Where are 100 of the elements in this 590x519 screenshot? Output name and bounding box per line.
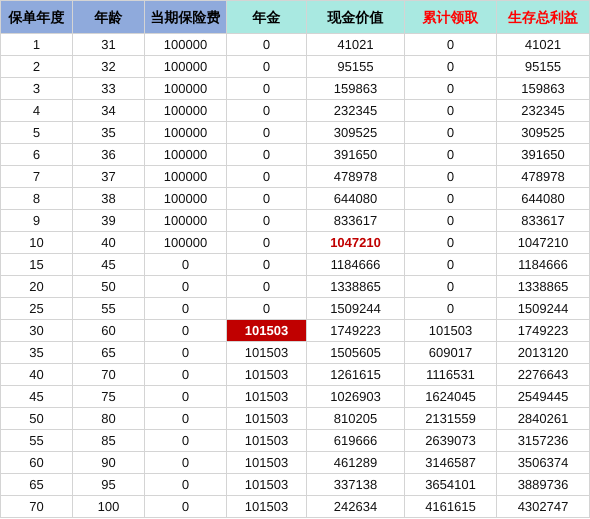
table-cell: 101503 [226, 364, 306, 386]
table-cell: 0 [404, 56, 496, 78]
table-cell: 609017 [404, 342, 496, 364]
table-cell: 70 [0, 496, 72, 518]
table-cell: 45 [0, 386, 72, 408]
table-cell: 70 [72, 364, 144, 386]
table-cell: 37 [72, 166, 144, 188]
table-cell: 95155 [496, 56, 590, 78]
table-cell: 0 [404, 166, 496, 188]
table-cell: 4 [0, 100, 72, 122]
table-cell: 619666 [306, 430, 404, 452]
table-cell: 0 [226, 166, 306, 188]
table-cell: 0 [226, 254, 306, 276]
table-cell: 644080 [306, 188, 404, 210]
table-cell: 7 [0, 166, 72, 188]
column-header: 保单年度 [0, 0, 72, 34]
table-cell: 3146587 [404, 452, 496, 474]
table-cell: 1338865 [306, 276, 404, 298]
table-cell: 644080 [496, 188, 590, 210]
table-cell: 0 [144, 342, 226, 364]
table-cell: 100000 [144, 210, 226, 232]
table-cell: 85 [72, 430, 144, 452]
table-cell: 38 [72, 188, 144, 210]
table-cell: 833617 [306, 210, 404, 232]
table-cell: 0 [226, 210, 306, 232]
table-cell: 41021 [306, 34, 404, 56]
table-cell: 478978 [496, 166, 590, 188]
table-cell: 0 [226, 144, 306, 166]
table-cell: 35 [72, 122, 144, 144]
table-cell: 159863 [496, 78, 590, 100]
table-cell: 2 [0, 56, 72, 78]
table-cell: 0 [404, 78, 496, 100]
table-cell: 0 [226, 56, 306, 78]
table-cell: 6 [0, 144, 72, 166]
table-cell: 0 [404, 122, 496, 144]
table-cell: 50 [0, 408, 72, 430]
table-cell: 90 [72, 452, 144, 474]
table-cell: 40 [72, 232, 144, 254]
table-cell: 3 [0, 78, 72, 100]
table-cell: 101503 [226, 452, 306, 474]
table-cell: 101503 [226, 430, 306, 452]
table-cell: 309525 [306, 122, 404, 144]
table-cell: 1509244 [496, 298, 590, 320]
table-cell: 55 [0, 430, 72, 452]
column-header: 年金 [226, 0, 306, 34]
table-cell: 1509244 [306, 298, 404, 320]
column-header: 现金价值 [306, 0, 404, 34]
table-cell: 32 [72, 56, 144, 78]
table-cell: 0 [144, 408, 226, 430]
table-cell: 101503 [226, 408, 306, 430]
table-cell: 833617 [496, 210, 590, 232]
table-cell: 0 [144, 430, 226, 452]
table-cell: 15 [0, 254, 72, 276]
table-cell: 0 [404, 276, 496, 298]
table-cell: 25 [0, 298, 72, 320]
table-cell: 0 [144, 254, 226, 276]
table-cell: 31 [72, 34, 144, 56]
table-cell: 3654101 [404, 474, 496, 496]
table-cell: 2276643 [496, 364, 590, 386]
table-cell: 0 [144, 452, 226, 474]
table-cell: 1047210 [306, 232, 404, 254]
table-cell: 2013120 [496, 342, 590, 364]
table-cell: 100000 [144, 34, 226, 56]
table-cell: 2131559 [404, 408, 496, 430]
table-cell: 391650 [496, 144, 590, 166]
table-cell: 810205 [306, 408, 404, 430]
table-cell: 0 [404, 298, 496, 320]
table-cell: 0 [144, 386, 226, 408]
table-cell: 0 [226, 232, 306, 254]
table-cell: 60 [72, 320, 144, 342]
table-cell: 2639073 [404, 430, 496, 452]
table-cell: 5 [0, 122, 72, 144]
table-cell: 100000 [144, 122, 226, 144]
table-cell: 1749223 [496, 320, 590, 342]
column-header: 当期保险费 [144, 0, 226, 34]
table-cell: 75 [72, 386, 144, 408]
table-cell: 159863 [306, 78, 404, 100]
table-cell: 100000 [144, 188, 226, 210]
table-cell: 20 [0, 276, 72, 298]
table-cell: 0 [144, 474, 226, 496]
table-cell: 1116531 [404, 364, 496, 386]
table-cell: 1184666 [496, 254, 590, 276]
table-cell: 101503 [404, 320, 496, 342]
table-cell: 0 [144, 320, 226, 342]
table-cell: 0 [404, 210, 496, 232]
table-cell: 0 [144, 276, 226, 298]
table-cell: 337138 [306, 474, 404, 496]
table-cell: 0 [226, 100, 306, 122]
table-cell: 100000 [144, 100, 226, 122]
table-cell: 2840261 [496, 408, 590, 430]
table-cell: 1047210 [496, 232, 590, 254]
table-cell: 1624045 [404, 386, 496, 408]
table-cell: 101503 [226, 386, 306, 408]
table-cell: 391650 [306, 144, 404, 166]
table-cell: 4161615 [404, 496, 496, 518]
table-cell: 0 [404, 100, 496, 122]
table-cell: 0 [226, 34, 306, 56]
table-cell: 101503 [226, 320, 306, 342]
table-cell: 3889736 [496, 474, 590, 496]
table-cell: 100 [72, 496, 144, 518]
